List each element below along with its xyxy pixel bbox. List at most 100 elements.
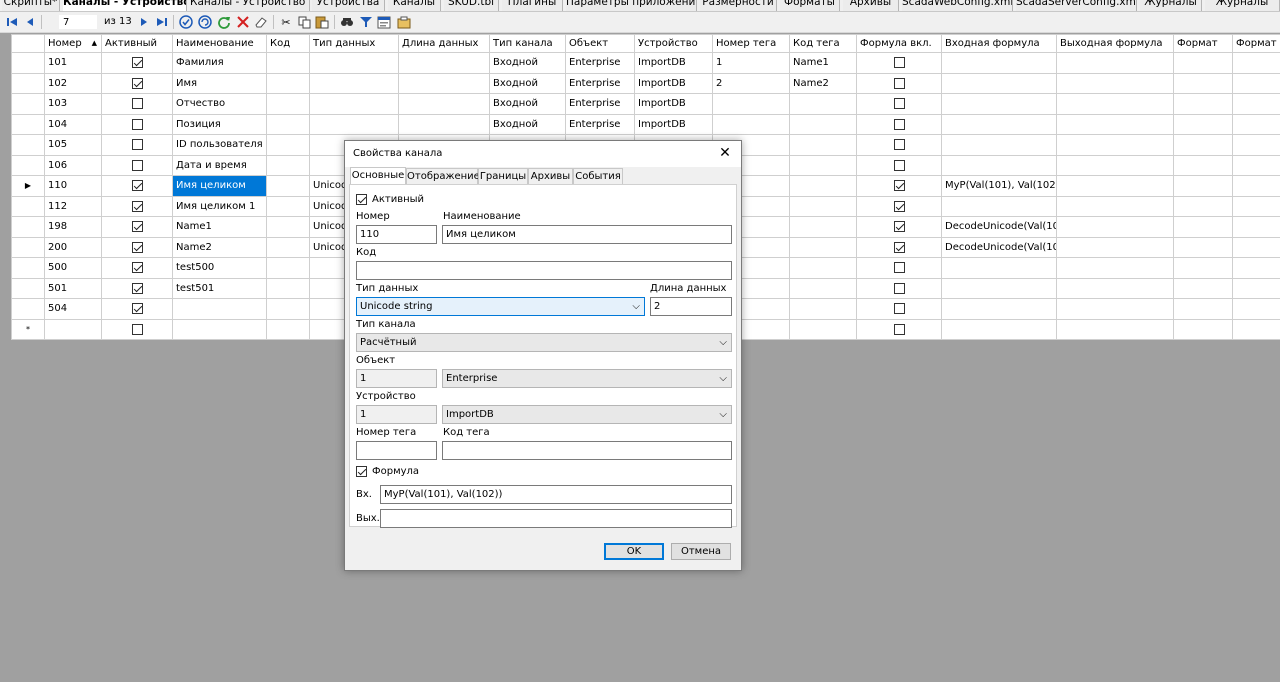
row-header[interactable]	[11, 134, 45, 156]
cell-fmt[interactable]	[1173, 195, 1233, 217]
cell-fmtk[interactable]	[1232, 175, 1280, 197]
cell-fmtk[interactable]	[1232, 257, 1280, 279]
column-header[interactable]: Формат к	[1232, 34, 1280, 53]
formula-enabled-cell[interactable]	[856, 257, 942, 279]
active-cell[interactable]	[101, 257, 173, 279]
row-header[interactable]	[11, 216, 45, 238]
column-header[interactable]: Номер тега	[712, 34, 790, 53]
code-field[interactable]	[356, 261, 732, 280]
cell-tagcode[interactable]	[789, 257, 857, 279]
active-cell[interactable]	[101, 298, 173, 320]
doc-tab[interactable]: Журналы	[1140, 0, 1202, 11]
cell-infx[interactable]	[941, 318, 1057, 340]
checkbox[interactable]	[131, 282, 143, 294]
cell-num[interactable]: 500	[44, 257, 102, 279]
cell-outfx[interactable]	[1056, 175, 1174, 197]
doc-tab[interactable]: Параметры приложения	[566, 0, 697, 11]
cell-num[interactable]: 200	[44, 236, 102, 258]
data-type-select[interactable]: Unicode string ⌵	[356, 297, 645, 316]
cell-infx[interactable]	[941, 298, 1057, 320]
active-cell[interactable]	[101, 154, 173, 176]
checkbox[interactable]	[893, 262, 905, 273]
row-header[interactable]: ▶	[11, 175, 45, 197]
cell-fmtk[interactable]	[1232, 318, 1280, 340]
cell-dlen[interactable]	[398, 52, 490, 74]
cell-infx[interactable]	[941, 52, 1057, 74]
column-header[interactable]: Объект	[565, 34, 635, 53]
cell-fmtk[interactable]	[1232, 52, 1280, 74]
cell-dev[interactable]: ImportDB	[634, 113, 713, 135]
cell-dlen[interactable]	[398, 93, 490, 115]
close-icon[interactable]: ✕	[715, 143, 735, 163]
checkbox[interactable]	[893, 241, 905, 253]
cell-outfx[interactable]	[1056, 93, 1174, 115]
tab-limits[interactable]: Границы	[478, 168, 528, 184]
cell-fmt[interactable]	[1173, 277, 1233, 299]
doc-tab[interactable]: ScadaWebConfig.xml	[902, 0, 1013, 11]
cell-fmt[interactable]	[1173, 257, 1233, 279]
input-formula-field[interactable]: MyP(Val(101), Val(102))	[380, 485, 732, 504]
cell-fmtk[interactable]	[1232, 298, 1280, 320]
column-header[interactable]: Тип канала	[489, 34, 566, 53]
formula-enabled-cell[interactable]	[856, 93, 942, 115]
formula-checkbox[interactable]	[356, 466, 367, 477]
cell-dev[interactable]: ImportDB	[634, 72, 713, 94]
cell-fmtk[interactable]	[1232, 154, 1280, 176]
active-cell[interactable]	[101, 236, 173, 258]
cell-fmtk[interactable]	[1232, 72, 1280, 94]
cell-num[interactable]: 110	[44, 175, 102, 197]
ok-button[interactable]: OK	[604, 543, 664, 560]
cell-tagcode[interactable]: Name2	[789, 72, 857, 94]
formula-enabled-cell[interactable]	[856, 113, 942, 135]
doc-tab[interactable]: Каналы	[388, 0, 441, 11]
cell-outfx[interactable]	[1056, 318, 1174, 340]
cell-name[interactable]: Name1	[172, 216, 267, 238]
active-cell[interactable]	[101, 134, 173, 156]
cell-code[interactable]	[266, 52, 310, 74]
position-input[interactable]: 7	[58, 14, 98, 30]
cell-tagcode[interactable]	[789, 298, 857, 320]
cell-code[interactable]	[266, 134, 310, 156]
cancel-button[interactable]: Отмена	[671, 543, 731, 560]
cell-name[interactable]: Имя целиком 1	[172, 195, 267, 217]
first-record-icon[interactable]	[4, 14, 20, 30]
checkbox[interactable]	[893, 323, 905, 335]
cell-num[interactable]: 198	[44, 216, 102, 238]
cell-infx[interactable]: DecodeUnicode(Val(101))	[941, 216, 1057, 238]
cell-infx[interactable]: MyP(Val(101), Val(102))	[941, 175, 1057, 197]
cell-ctype[interactable]: Входной	[489, 113, 566, 135]
cell-tagcode[interactable]: Name1	[789, 52, 857, 74]
undo-icon[interactable]	[197, 14, 213, 30]
cell-tagcode[interactable]	[789, 195, 857, 217]
checkbox[interactable]	[893, 139, 905, 150]
cell-infx[interactable]	[941, 93, 1057, 115]
data-length-field[interactable]: 2	[650, 297, 732, 316]
active-cell[interactable]	[101, 216, 173, 238]
cell-name[interactable]	[172, 318, 267, 340]
column-header[interactable]: Длина данных	[398, 34, 490, 53]
cell-outfx[interactable]	[1056, 113, 1174, 135]
prev-record-icon[interactable]	[22, 14, 38, 30]
cut-icon[interactable]: ✂	[278, 14, 294, 30]
formula-enabled-cell[interactable]	[856, 195, 942, 217]
doc-tab[interactable]: Архивы	[843, 0, 899, 11]
formula-enabled-cell[interactable]	[856, 175, 942, 197]
active-cell[interactable]	[101, 175, 173, 197]
row-header[interactable]	[11, 298, 45, 320]
row-header[interactable]	[11, 72, 45, 94]
cell-name[interactable]: Имя	[172, 72, 267, 94]
column-header[interactable]: Выходная формула	[1056, 34, 1174, 53]
formula-enabled-cell[interactable]	[856, 318, 942, 340]
cell-outfx[interactable]	[1056, 277, 1174, 299]
cell-fmtk[interactable]	[1232, 113, 1280, 135]
checkbox[interactable]	[131, 303, 143, 314]
cell-tagcode[interactable]	[789, 236, 857, 258]
cell-name[interactable]: Дата и время	[172, 154, 267, 176]
checkbox[interactable]	[131, 323, 143, 335]
cell-name[interactable]: Имя целиком	[172, 175, 267, 197]
cell-code[interactable]	[266, 216, 310, 238]
checkbox[interactable]	[131, 98, 143, 109]
cell-tagcode[interactable]	[789, 216, 857, 238]
cell-name[interactable]: test501	[172, 277, 267, 299]
row-header[interactable]	[11, 93, 45, 115]
